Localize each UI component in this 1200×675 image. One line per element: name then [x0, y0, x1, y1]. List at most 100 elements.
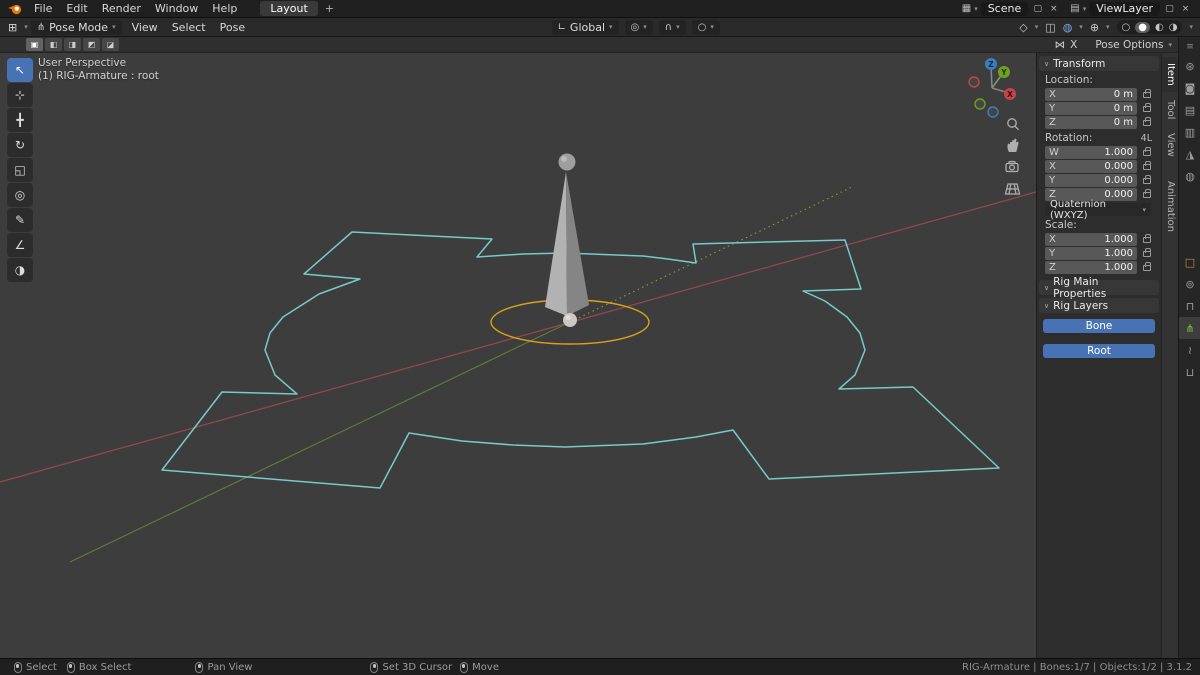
- select-mode-extend[interactable]: ◧: [45, 38, 62, 51]
- object-tab-icon[interactable]: □: [1185, 256, 1195, 269]
- rotation-mode-dropdown[interactable]: Quaternion (WXYZ) ▾: [1045, 199, 1151, 221]
- pose-options-dropdown[interactable]: Pose Options: [1095, 39, 1163, 51]
- menu-select[interactable]: Select: [165, 21, 213, 34]
- lock-icon[interactable]: [1143, 174, 1151, 184]
- lock-icon[interactable]: [1143, 88, 1151, 98]
- tool-transform[interactable]: ◎: [7, 183, 33, 207]
- menu-help[interactable]: Help: [205, 2, 244, 15]
- tool-rotate[interactable]: ↻: [7, 133, 33, 157]
- view-layer-selector[interactable]: ViewLayer: [1089, 1, 1160, 16]
- view-gizmo[interactable]: Z Y X: [968, 58, 1016, 118]
- new-scene-button[interactable]: ▢: [1031, 4, 1044, 14]
- lock-icon[interactable]: [1143, 261, 1151, 271]
- rig-layers-panel-header[interactable]: ∨ Rig Layers: [1039, 298, 1159, 313]
- tool-tab-icon[interactable]: ⊛: [1185, 60, 1194, 73]
- pivot-point-selector[interactable]: ◎ ▾: [624, 19, 653, 35]
- scale-y-field[interactable]: Y 1.000: [1045, 247, 1137, 260]
- blender-logo-icon[interactable]: [7, 3, 23, 15]
- view-layer-icon[interactable]: ▤: [1070, 3, 1079, 14]
- tool-annotate[interactable]: ✎: [7, 208, 33, 232]
- bone-tab-icon[interactable]: ≀: [1188, 344, 1192, 357]
- tool-move[interactable]: ╋: [7, 108, 33, 132]
- menu-edit[interactable]: Edit: [59, 2, 94, 15]
- menu-file[interactable]: File: [27, 2, 59, 15]
- menu-pose[interactable]: Pose: [213, 21, 252, 34]
- workspace-tab-layout[interactable]: Layout: [260, 1, 318, 16]
- properties-editor-icon[interactable]: ≡: [1179, 39, 1200, 55]
- gizmo-minus-y-ball[interactable]: [974, 98, 986, 110]
- physics-tab-icon[interactable]: ⊚: [1185, 278, 1194, 291]
- proportional-edit-selector[interactable]: ○ ▾: [691, 19, 720, 35]
- mirror-x-toggle[interactable]: X: [1070, 39, 1077, 51]
- camera-view-icon[interactable]: [1005, 160, 1019, 173]
- constraints-tab-icon[interactable]: ⊓: [1186, 300, 1195, 313]
- menu-window[interactable]: Window: [148, 2, 205, 15]
- menu-render[interactable]: Render: [95, 2, 148, 15]
- new-view-layer-button[interactable]: ▢: [1163, 4, 1176, 14]
- lock-icon[interactable]: [1143, 146, 1151, 156]
- location-x-field[interactable]: X 0 m: [1045, 88, 1137, 101]
- bone-constraints-tab-icon[interactable]: ⊔: [1186, 366, 1195, 379]
- bone-shape[interactable]: [545, 153, 589, 328]
- lock-icon[interactable]: [1143, 160, 1151, 170]
- object-data-tab-icon[interactable]: ⋔: [1185, 322, 1194, 335]
- shading-material-icon[interactable]: ◐: [1155, 22, 1164, 33]
- rig-layer-root-button[interactable]: Root: [1043, 344, 1155, 358]
- selectability-icon[interactable]: ◇: [1019, 21, 1027, 34]
- lock-icon[interactable]: [1143, 233, 1151, 243]
- viewport-canvas[interactable]: Z Y X: [0, 53, 1036, 658]
- rotation-x-field[interactable]: X 0.000: [1045, 160, 1137, 173]
- remove-scene-button[interactable]: ×: [1047, 4, 1060, 14]
- gizmo-minus-z-ball[interactable]: [987, 106, 999, 118]
- scale-z-field[interactable]: Z 1.000: [1045, 261, 1137, 274]
- view-layer-tab-icon[interactable]: ▥: [1185, 126, 1195, 139]
- xray-toggle-icon[interactable]: ◫: [1045, 21, 1055, 34]
- add-workspace-button[interactable]: +: [318, 2, 341, 15]
- lock-icon[interactable]: [1143, 247, 1151, 257]
- tool-pose-breakdowner[interactable]: ◑: [7, 258, 33, 282]
- lock-icon[interactable]: [1143, 116, 1151, 126]
- rig-layer-bone-button[interactable]: Bone: [1043, 319, 1155, 333]
- tab-item[interactable]: Item: [1162, 57, 1178, 92]
- lock-icon[interactable]: [1143, 188, 1151, 198]
- scale-x-field[interactable]: X 1.000: [1045, 233, 1137, 246]
- scene-tab-icon[interactable]: ◮: [1186, 148, 1194, 161]
- menu-view[interactable]: View: [125, 21, 165, 34]
- tool-cursor[interactable]: ⊹: [7, 83, 33, 107]
- tool-select-box[interactable]: ↖: [7, 58, 33, 82]
- rotation-w-field[interactable]: W 1.000: [1045, 146, 1137, 159]
- zoom-icon[interactable]: [1007, 118, 1019, 131]
- output-tab-icon[interactable]: ▤: [1185, 104, 1195, 117]
- overlays-toggle-icon[interactable]: ◍: [1063, 21, 1073, 34]
- render-tab-icon[interactable]: ◙: [1185, 82, 1196, 95]
- select-mode-subtract[interactable]: ◨: [64, 38, 81, 51]
- gizmos-toggle-icon[interactable]: ⊕: [1090, 21, 1099, 34]
- shading-rendered-icon[interactable]: ◑: [1169, 22, 1178, 33]
- gizmo-minus-x-ball[interactable]: [968, 76, 980, 88]
- tab-view[interactable]: View: [1162, 127, 1178, 163]
- scene-icon[interactable]: ▦: [962, 3, 971, 14]
- rotation-y-field[interactable]: Y 0.000: [1045, 174, 1137, 187]
- transform-panel-header[interactable]: ∨ Transform: [1039, 56, 1159, 71]
- tab-animation[interactable]: Animation: [1162, 175, 1178, 238]
- select-mode-new[interactable]: ▣: [26, 38, 43, 51]
- pan-hand-icon[interactable]: [1007, 138, 1019, 153]
- transform-orientation-selector[interactable]: ∟ Global ▾: [551, 19, 619, 35]
- snap-selector[interactable]: ∩ ▾: [658, 19, 686, 35]
- tool-scale[interactable]: ◱: [7, 158, 33, 182]
- scene-selector[interactable]: Scene: [980, 1, 1029, 16]
- select-mode-invert[interactable]: ◩: [83, 38, 100, 51]
- rig-main-properties-panel-header[interactable]: ∨ Rig Main Properties: [1039, 276, 1159, 300]
- remove-view-layer-button[interactable]: ×: [1179, 4, 1192, 14]
- location-z-field[interactable]: Z 0 m: [1045, 116, 1137, 129]
- editor-type-icon[interactable]: ⊞: [0, 21, 24, 34]
- shading-solid-icon[interactable]: ●: [1135, 21, 1151, 33]
- select-mode-intersect[interactable]: ◪: [102, 38, 119, 51]
- shading-wireframe-icon[interactable]: ○: [1122, 22, 1131, 33]
- perspective-grid-icon[interactable]: [1004, 183, 1021, 195]
- tab-tool[interactable]: Tool: [1162, 94, 1178, 125]
- world-tab-icon[interactable]: ◍: [1185, 170, 1195, 183]
- tool-measure[interactable]: ∠: [7, 233, 33, 257]
- location-y-field[interactable]: Y 0 m: [1045, 102, 1137, 115]
- mode-selector[interactable]: ⋔ Pose Mode ▾: [30, 19, 122, 35]
